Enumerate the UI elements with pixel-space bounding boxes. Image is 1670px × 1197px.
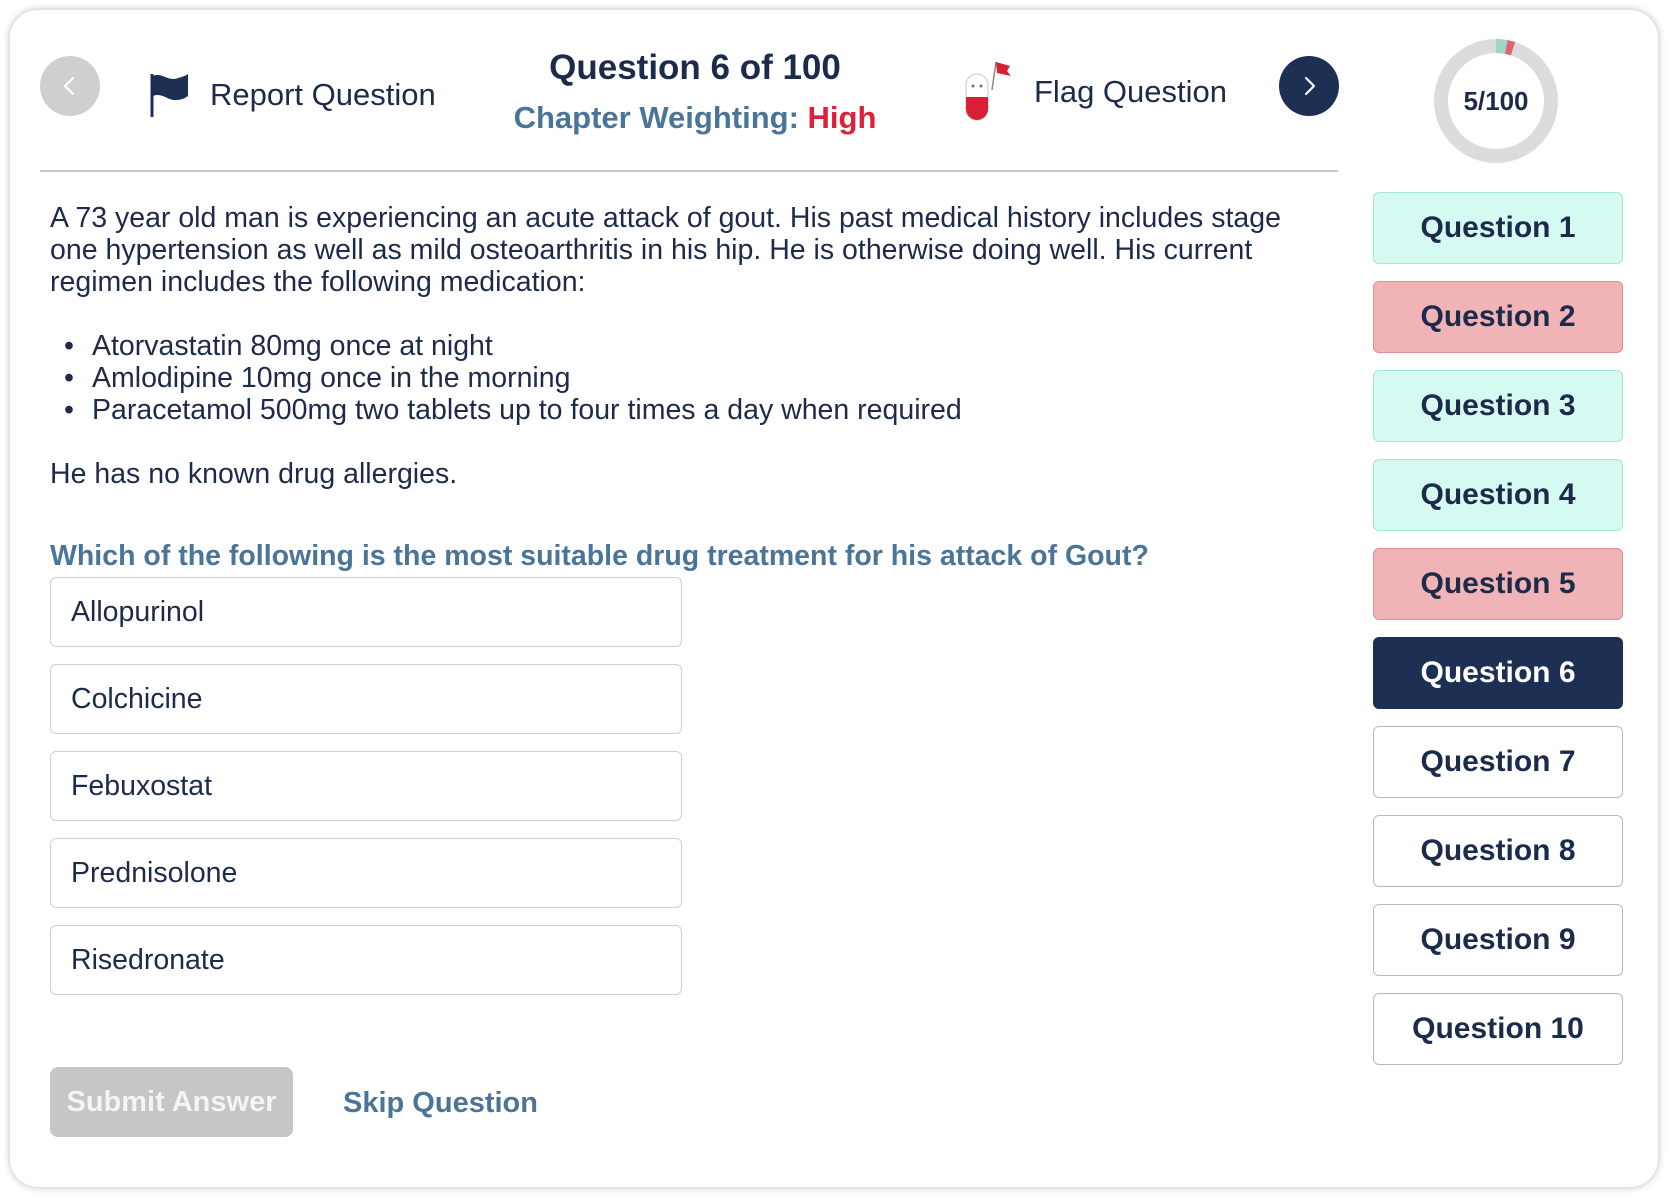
question-nav-item-1[interactable]: Question 1 [1373, 192, 1623, 264]
answer-option-prednisolone[interactable]: Prednisolone [50, 838, 682, 908]
chapter-weighting: Chapter Weighting: High [470, 100, 920, 136]
chapter-weighting-value: High [807, 100, 877, 135]
header-divider [40, 170, 1338, 172]
flag-question-label: Flag Question [1034, 74, 1227, 109]
chevron-left-icon [63, 76, 75, 96]
pill-flag-icon [965, 61, 1011, 121]
question-nav-item-7[interactable]: Question 7 [1373, 726, 1623, 798]
skip-question-link[interactable]: Skip Question [343, 1087, 538, 1120]
medication-item: Atorvastatin 80mg once at night [50, 330, 1330, 362]
answer-option-febuxostat[interactable]: Febuxostat [50, 751, 682, 821]
page-title: Question 6 of 100 [549, 48, 841, 87]
question-nav-item-4[interactable]: Question 4 [1373, 459, 1623, 531]
medication-item: Paracetamol 500mg two tablets up to four… [50, 394, 1330, 426]
chevron-right-icon [1304, 76, 1316, 96]
answer-option-colchicine[interactable]: Colchicine [50, 664, 682, 734]
question-nav-item-8[interactable]: Question 8 [1373, 815, 1623, 887]
answer-option-risedronate[interactable]: Risedronate [50, 925, 682, 995]
question-nav-item-5[interactable]: Question 5 [1373, 548, 1623, 620]
flag-icon [150, 74, 188, 117]
question-stem: A 73 year old man is experiencing an acu… [50, 202, 1330, 490]
question-nav-item-2[interactable]: Question 2 [1373, 281, 1623, 353]
medication-list: Atorvastatin 80mg once at night Amlodipi… [50, 330, 1330, 426]
medication-item: Amlodipine 10mg once in the morning [50, 362, 1330, 394]
allergy-statement: He has no known drug allergies. [50, 458, 458, 490]
chapter-weighting-label: Chapter Weighting: [513, 100, 799, 135]
previous-question-button[interactable] [40, 56, 100, 116]
report-question-button[interactable]: Report Question [148, 72, 436, 118]
report-question-label: Report Question [210, 77, 436, 112]
question-prompt: Which of the following is the most suita… [50, 540, 1149, 572]
question-nav-item-9[interactable]: Question 9 [1373, 904, 1623, 976]
submit-answer-button[interactable]: Submit Answer [50, 1067, 293, 1137]
flag-question-button[interactable]: Flag Question [962, 60, 1227, 124]
question-intro: A 73 year old man is experiencing an acu… [50, 202, 1281, 298]
question-nav-item-6[interactable]: Question 6 [1373, 637, 1623, 709]
answer-option-allopurinol[interactable]: Allopurinol [50, 577, 682, 647]
next-question-button[interactable] [1279, 56, 1339, 116]
question-nav-item-3[interactable]: Question 3 [1373, 370, 1623, 442]
question-nav-item-10[interactable]: Question 10 [1373, 993, 1623, 1065]
progress-label: 5/100 [1463, 85, 1529, 116]
question-header: Question 6 of 100 Chapter Weighting: Hig… [470, 48, 920, 136]
